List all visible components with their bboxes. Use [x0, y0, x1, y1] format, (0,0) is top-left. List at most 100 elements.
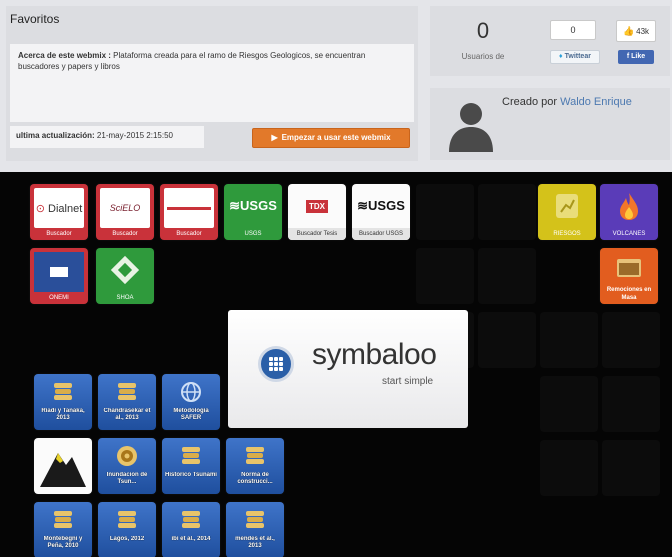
empty-tile[interactable]: [478, 248, 536, 304]
tile-caption: Buscador: [176, 231, 202, 237]
webmix-header: Favoritos Acerca de este webmix : Plataf…: [0, 0, 672, 172]
stats-panel: 0 Usuarios de 0 ♦ Twittear 👍 43k f Like: [430, 6, 670, 76]
twitter-bird-icon: ♦: [559, 53, 563, 60]
thumbs-up-icon: 👍: [622, 26, 635, 36]
updated-value: 21-may-2015 2:15:50: [96, 131, 173, 140]
tile-buscador-usgs[interactable]: ≋USGS Buscador USGS: [352, 184, 410, 240]
last-updated: ultima actualización: 21-may-2015 2:15:5…: [10, 126, 204, 148]
creator-panel: Creado por Waldo Enrique: [430, 88, 670, 160]
book-stack-icon: [162, 502, 220, 538]
riesgos-folder-icon: [538, 184, 596, 228]
tile-caption: SHOA: [116, 295, 134, 301]
empty-tile[interactable]: [602, 440, 660, 496]
fire-icon: [600, 184, 658, 228]
dialnet-logo-text: Dialnet: [48, 202, 83, 215]
tile-montebegni-pena[interactable]: Montebegni y Peña, 2010: [34, 502, 92, 557]
empty-tile[interactable]: [602, 376, 660, 432]
twitter-button-label: Twittear: [564, 53, 591, 60]
about-label: Acerca de este webmix :: [18, 51, 111, 60]
tile-dialnet[interactable]: ⊙ Dialnet Buscador: [30, 184, 88, 240]
tile-caption: Buscador: [46, 231, 72, 237]
empty-tile[interactable]: [540, 440, 598, 496]
tile-lagos[interactable]: Lagos, 2012: [98, 502, 156, 557]
tile-remociones[interactable]: Remociones en Masa: [600, 248, 658, 304]
folder-icon: [600, 248, 658, 286]
tile-usgs[interactable]: ≋USGS USGS: [224, 184, 282, 240]
book-stack-icon: [98, 502, 156, 538]
symbaloo-grid-icon: [258, 346, 294, 382]
tile-caption: Historico Tsunami: [165, 472, 217, 478]
tile-buscador[interactable]: Buscador: [160, 184, 218, 240]
book-stack-icon: [98, 374, 156, 410]
book-stack-icon: [34, 374, 92, 410]
empty-tile[interactable]: [478, 184, 536, 240]
tile-riesgos[interactable]: RIESGOS: [538, 184, 596, 240]
tile-volcanes[interactable]: VOLCANES: [600, 184, 658, 240]
tile-metodologia-safer[interactable]: Metodologia SAFER: [162, 374, 220, 430]
tile-historico-tsunami[interactable]: Historico Tsunami: [162, 438, 220, 494]
tile-shoa[interactable]: SHOA: [96, 248, 154, 304]
globe-icon: [162, 374, 220, 410]
webmix-info-panel: Favoritos Acerca de este webmix : Plataf…: [6, 6, 418, 161]
empty-tile[interactable]: [602, 312, 660, 368]
book-stack-icon: [162, 438, 220, 474]
creator-name-link[interactable]: Waldo Enrique: [560, 96, 632, 108]
dialnet-mark-icon: ⊙: [35, 202, 45, 215]
tile-caption: ibi et al., 2014: [171, 536, 211, 542]
tile-caption: RIESGOS: [553, 231, 581, 237]
mountain-icon: [34, 438, 92, 494]
empty-tile[interactable]: [416, 248, 474, 304]
facebook-button-label: Like: [631, 53, 646, 60]
tile-caption: Norma de construcci...: [237, 472, 273, 485]
about-box: Acerca de este webmix : Plataforma cread…: [10, 44, 414, 122]
symbaloo-tagline: start simple: [382, 376, 434, 387]
symbaloo-grid: ⊙ Dialnet Buscador SciELO Buscador Busca…: [0, 172, 672, 557]
play-icon: ▶: [271, 133, 278, 142]
empty-tile[interactable]: [540, 312, 598, 368]
usgs-logo-text: USGS: [368, 198, 405, 213]
users-count: 0: [476, 18, 490, 43]
tile-onemi[interactable]: ONEMI: [30, 248, 88, 304]
usgs-wave-icon: ≋: [229, 198, 241, 213]
symbaloo-logo[interactable]: symbaloo start simple: [228, 310, 468, 428]
tile-caption: Buscador Tesis: [288, 228, 346, 240]
tile-buscador-tesis[interactable]: TDX Buscador Tesis: [288, 184, 346, 240]
chile-flag-icon: [50, 267, 68, 277]
avatar[interactable]: [446, 96, 496, 152]
tile-riadi-tanaka[interactable]: Riadi y Tanaka, 2013: [34, 374, 92, 430]
created-by: Creado por Waldo Enrique: [502, 96, 632, 108]
tile-caption: USGS: [244, 231, 262, 237]
usgs-logo: ≋USGS: [224, 184, 282, 228]
tile-caption: Montebegni y Peña, 2010: [43, 536, 83, 549]
tile-caption: Inundacion de Tsun...: [106, 472, 148, 485]
start-button-label: Empezar a usar este webmix: [281, 133, 391, 142]
dialnet-logo: ⊙ Dialnet: [34, 188, 84, 228]
users-label: Usuarios de: [461, 52, 505, 61]
created-by-label: Creado por: [502, 96, 558, 108]
tdx-logo: TDX: [288, 184, 346, 228]
start-webmix-button[interactable]: ▶ Empezar a usar este webmix: [252, 128, 410, 148]
symbaloo-name: symbaloo: [312, 338, 437, 371]
tile-caption: VOLCANES: [612, 231, 646, 237]
tile-inundacion[interactable]: Inundacion de Tsun...: [98, 438, 156, 494]
tile-caption: Buscador USGS: [352, 228, 410, 240]
book-stack-icon: [226, 502, 284, 538]
facebook-like-button[interactable]: f Like: [618, 50, 654, 64]
tile-norma-construccion[interactable]: Norma de construcci...: [226, 438, 284, 494]
tile-mendes[interactable]: mendes et al., 2013: [226, 502, 284, 557]
empty-tile[interactable]: [478, 312, 536, 368]
tile-scielo[interactable]: SciELO Buscador: [96, 184, 154, 240]
twitter-button[interactable]: ♦ Twittear: [550, 50, 600, 64]
page-title: Favoritos: [10, 12, 60, 26]
tile-mountain-image[interactable]: [34, 438, 92, 494]
empty-tile[interactable]: [540, 376, 598, 432]
empty-tile[interactable]: [416, 184, 474, 240]
tile-ibi[interactable]: ibi et al., 2014: [162, 502, 220, 557]
book-stack-icon: [226, 438, 284, 474]
facebook-f-icon: f: [626, 53, 630, 60]
shoa-logo: [96, 248, 154, 292]
scielo-logo: SciELO: [100, 188, 150, 228]
tdx-logo-text: TDX: [306, 199, 328, 213]
tile-chandrasekar[interactable]: Chandrasekar et al., 2013: [98, 374, 156, 430]
tile-caption: mendes et al., 2013: [235, 536, 275, 549]
